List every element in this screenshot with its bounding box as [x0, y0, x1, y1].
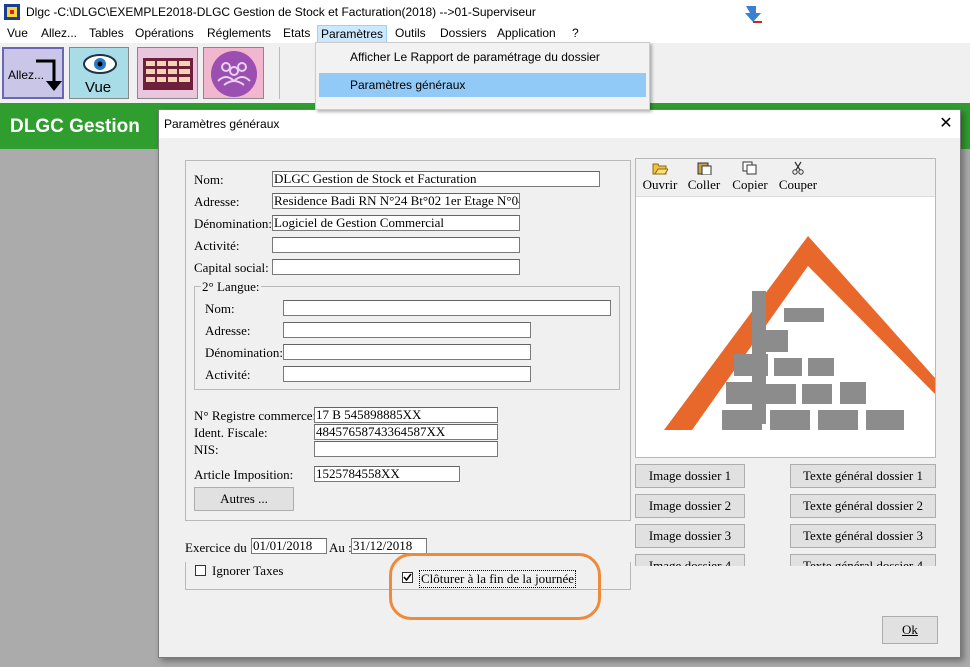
image-toolbar: Ouvrir Coller Copier Couper [636, 159, 935, 197]
image-dossier-1-button[interactable]: Image dossier 1 [635, 464, 745, 488]
autres-button[interactable]: Autres ... [194, 487, 294, 511]
menu-allez[interactable]: Allez... [38, 25, 80, 43]
menu-help[interactable]: ? [569, 25, 582, 43]
menu-parametres[interactable]: Paramètres [317, 25, 388, 43]
lang2-activite-field[interactable] [283, 366, 531, 382]
annotation-highlight [389, 553, 601, 620]
close-icon[interactable]: ✕ [936, 114, 956, 134]
image-dossier-4-button[interactable]: Image dossier 4 [635, 554, 745, 566]
paste-icon [684, 161, 724, 177]
ident-fiscale-label: Ident. Fiscale: [194, 425, 268, 440]
menu-tables[interactable]: Tables [86, 25, 127, 43]
coller-label: Coller [687, 177, 721, 192]
couper-label: Couper [778, 177, 818, 192]
dialog-title-bar: Paramètres généraux ✕ [159, 110, 960, 138]
registre-commerce-field[interactable]: 17 B 545898885XX [314, 407, 498, 423]
lang2-nom-field[interactable] [283, 300, 611, 316]
texte-general-dossier-4-clip: Texte général dossier 4 [790, 554, 936, 566]
lang2-adresse-field[interactable] [283, 322, 531, 338]
network-icon[interactable] [742, 4, 766, 26]
ok-label: Ok [902, 622, 918, 637]
users-button[interactable] [203, 47, 264, 99]
menu-etats[interactable]: Etats [280, 25, 313, 43]
nis-label: NIS: [194, 442, 219, 457]
scissors-icon [776, 161, 820, 177]
activite-field[interactable] [272, 237, 520, 253]
ok-button[interactable]: Ok [882, 616, 938, 644]
texte-general-dossier-2-button[interactable]: Texte général dossier 2 [790, 494, 936, 518]
users-group-icon [211, 51, 257, 97]
allez-button[interactable]: Allez... [2, 47, 64, 99]
vue-button-label: Vue [85, 79, 112, 96]
lang2-nom-label: Nom: [205, 301, 235, 316]
nom-field[interactable]: DLGC Gestion de Stock et Facturation [272, 171, 600, 187]
copy-icon [730, 161, 770, 177]
window-title: Dlgc -C:\DLGC\EXEMPLE2018-DLGC Gestion d… [26, 5, 536, 19]
article-imposition-field[interactable]: 1525784558XX [314, 466, 460, 482]
second-language-legend: 2° Langue: [201, 279, 261, 295]
denomination-label: Dénomination: [194, 216, 272, 231]
copier-label: Copier [732, 177, 768, 192]
ouvrir-label: Ouvrir [642, 177, 678, 192]
dialog-title: Paramètres généraux [164, 117, 280, 131]
menu-reglements[interactable]: Réglements [204, 25, 274, 43]
texte-general-dossier-3-button[interactable]: Texte général dossier 3 [790, 524, 936, 548]
image-dossier-3-button[interactable]: Image dossier 3 [635, 524, 745, 548]
nis-field[interactable] [314, 441, 498, 457]
exercice-du-label: Exercice du : [185, 540, 254, 555]
copier-button[interactable]: Copier [730, 161, 770, 195]
house-logo-image [664, 236, 935, 430]
ident-fiscale-field[interactable]: 48457658743364587XX [314, 424, 498, 440]
arrow-down-icon [36, 59, 62, 91]
article-imposition-label: Article Imposition: [194, 467, 294, 482]
registre-commerce-label: N° Registre commerce: [194, 408, 317, 423]
menu-vue[interactable]: Vue [4, 25, 31, 43]
menu-operations[interactable]: Opérations [132, 25, 197, 43]
image-dossier-2-button[interactable]: Image dossier 2 [635, 494, 745, 518]
menu-outils[interactable]: Outils [392, 25, 429, 43]
texte-general-dossier-4-button[interactable]: Texte général dossier 4 [790, 554, 936, 566]
menu-dossiers[interactable]: Dossiers [437, 25, 490, 43]
grid-view-button[interactable] [137, 47, 198, 99]
image-panel: Ouvrir Coller Copier Couper [635, 158, 936, 458]
activite-label: Activité: [194, 238, 240, 253]
parametres-generaux-dialog: Paramètres généraux ✕ Nom: DLGC Gestion … [158, 109, 961, 658]
menu-bar: Vue Allez... Tables Opérations Réglement… [0, 24, 970, 43]
capital-social-field[interactable] [272, 259, 520, 275]
company-info-group: Nom: DLGC Gestion de Stock et Facturatio… [185, 160, 631, 521]
folder-open-icon [640, 161, 680, 177]
exercice-to-field[interactable]: 31/12/2018 [351, 538, 427, 554]
adresse-label: Adresse: [194, 194, 240, 209]
menu-item-parametres-generaux[interactable]: Paramètres généraux [319, 73, 646, 97]
second-language-group: 2° Langue: Nom: Adresse: Dénomination: A… [194, 279, 620, 390]
exercice-from-field[interactable]: 01/01/2018 [251, 538, 327, 554]
app-header-title: DLGC Gestion [10, 116, 140, 137]
lang2-denomination-field[interactable] [283, 344, 531, 360]
grid-table-icon [143, 58, 193, 90]
ignorer-taxes-label: Ignorer Taxes [212, 563, 284, 578]
nom-label: Nom: [194, 172, 224, 187]
title-bar: Dlgc -C:\DLGC\EXEMPLE2018-DLGC Gestion d… [0, 0, 970, 24]
couper-button[interactable]: Couper [776, 161, 820, 195]
ignorer-taxes-checkbox[interactable] [195, 565, 206, 576]
adresse-field[interactable]: Residence Badi RN N°24 Bt°02 1er Etage N… [272, 193, 520, 209]
texte-general-dossier-1-button[interactable]: Texte général dossier 1 [790, 464, 936, 488]
eye-icon [83, 54, 117, 74]
parametres-dropdown-menu: Afficher Le Rapport de paramétrage du do… [315, 42, 650, 110]
lang2-denomination-label: Dénomination: [205, 345, 283, 360]
menu-item-afficher-rapport[interactable]: Afficher Le Rapport de paramétrage du do… [319, 45, 646, 69]
menu-application[interactable]: Application [494, 25, 559, 43]
exercice-au-label: Au : [329, 540, 352, 555]
lang2-adresse-label: Adresse: [205, 323, 251, 338]
coller-button[interactable]: Coller [684, 161, 724, 195]
ouvrir-button[interactable]: Ouvrir [640, 161, 680, 195]
toolbar-separator [279, 47, 280, 99]
denomination-field[interactable]: Logiciel de Gestion Commercial [272, 215, 520, 231]
app-logo-icon [4, 4, 20, 20]
vue-button[interactable]: Vue [69, 47, 129, 99]
lang2-activite-label: Activité: [205, 367, 251, 382]
image-dossier-4-clip: Image dossier 4 [635, 554, 745, 566]
capital-social-label: Capital social: [194, 260, 269, 275]
